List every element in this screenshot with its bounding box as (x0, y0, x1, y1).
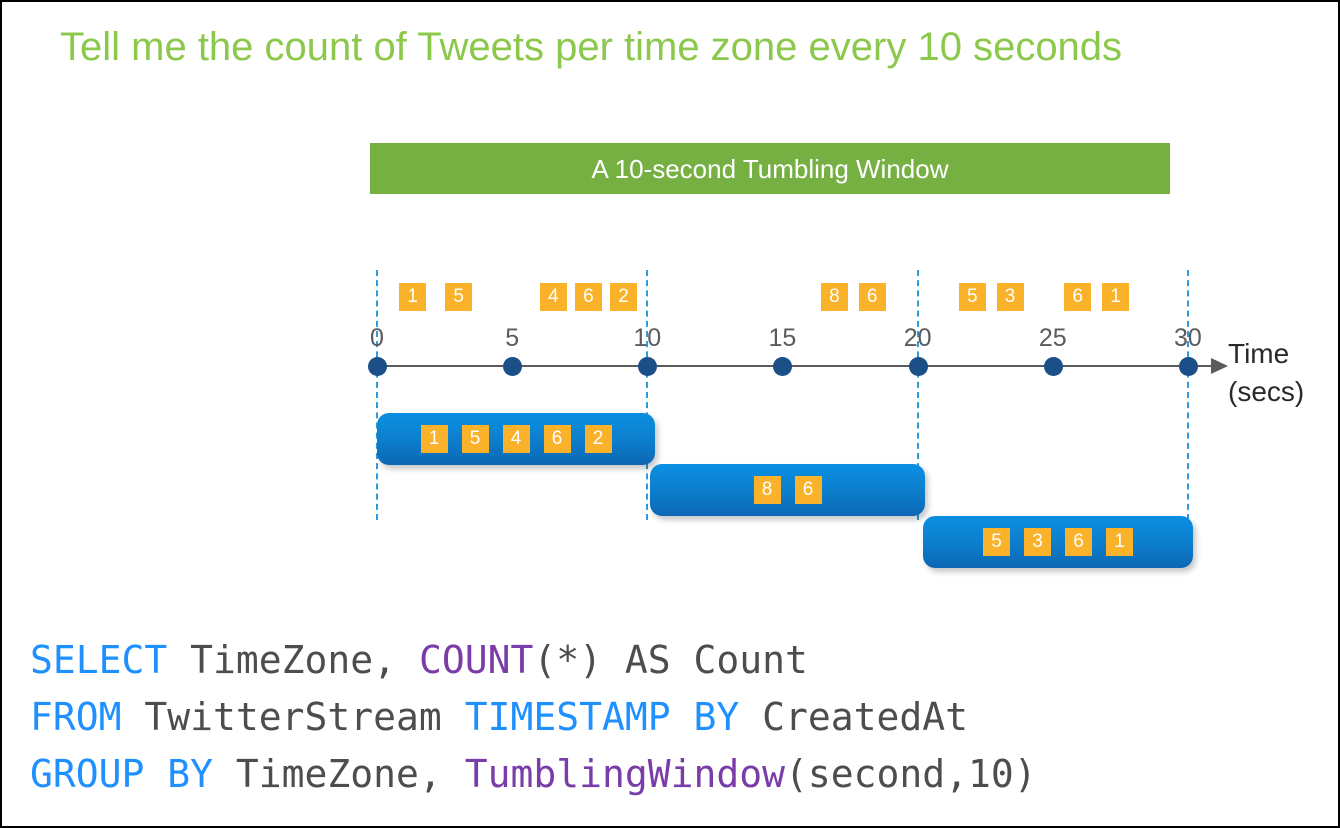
axis-tick-label-10: 10 (633, 324, 662, 352)
axis-dot-0 (368, 357, 387, 376)
sql-token: TIMESTAMP BY (464, 695, 740, 739)
time-axis-label: Time (1228, 338, 1290, 369)
window-chip: 5 (461, 425, 489, 453)
sql-token: SELECT (30, 638, 168, 682)
sql-token: TumblingWindow (464, 752, 785, 796)
window-chip: 6 (1065, 528, 1092, 556)
event-chip: 5 (445, 283, 473, 311)
sql-token: TwitterStream (121, 695, 465, 739)
window-chip: 8 (753, 476, 781, 504)
axis-tick-label-30: 30 (1173, 324, 1202, 352)
window-chip: 1 (420, 425, 448, 453)
sql-line: FROM TwitterStream TIMESTAMP BY CreatedA… (30, 689, 1037, 746)
tumbling-window-bar-20-30: 5361 (923, 516, 1193, 568)
sql-query-block: SELECT TimeZone, COUNT(*) AS Count FROM T… (30, 632, 1037, 803)
axis-tick-label-15: 15 (768, 324, 797, 352)
axis-dot-10 (638, 357, 658, 376)
event-chip: 1 (399, 283, 427, 311)
axis-dot-20 (908, 357, 928, 376)
event-chip: 4 (539, 283, 567, 311)
time-axis-arrow-icon (1211, 358, 1228, 374)
event-chip: 8 (820, 283, 848, 311)
sql-token: (second,10) (785, 752, 1037, 796)
axis-tick-label-0: 0 (370, 324, 384, 352)
tumbling-window-banner: A 10-second Tumbling Window (370, 143, 1170, 194)
event-chip: 6 (1064, 283, 1092, 311)
window-chip: 1 (1106, 528, 1133, 556)
window-boundary-0 (376, 270, 378, 520)
sql-line: GROUP BY TimeZone, TumblingWindow(second… (30, 746, 1037, 803)
axis-dot-25 (1043, 357, 1063, 376)
event-chip: 2 (610, 283, 638, 311)
window-boundary-30 (1186, 270, 1189, 520)
window-chip: 6 (794, 476, 822, 504)
tumbling-window-bar-0-10: 15462 (377, 413, 655, 465)
page-title: Tell me the count of Tweets per time zon… (60, 25, 1123, 69)
window-chip: 5 (983, 528, 1010, 556)
event-chip: 6 (574, 283, 602, 311)
sql-line: SELECT TimeZone, COUNT(*) AS Count (30, 632, 1037, 689)
window-chip: 4 (502, 425, 530, 453)
event-chip: 6 (858, 283, 886, 311)
event-chip: 5 (958, 283, 986, 311)
axis-tick-label-5: 5 (505, 324, 520, 352)
sql-token: TimeZone, (213, 752, 465, 796)
axis-dot-5 (503, 357, 523, 376)
axis-dot-15 (773, 357, 793, 376)
axis-dot-30 (1178, 357, 1198, 376)
axis-tick-label-20: 20 (903, 324, 932, 352)
window-boundary-10 (646, 270, 649, 520)
event-chip: 1 (1101, 283, 1129, 311)
sql-token: FROM (30, 695, 122, 739)
slide-canvas: Tell me the count of Tweets per time zon… (0, 0, 1340, 828)
sql-token: GROUP BY (30, 752, 214, 796)
tumbling-window-banner-label: A 10-second Tumbling Window (591, 153, 949, 184)
window-chip: 2 (584, 425, 612, 453)
axis-tick-label-25: 25 (1038, 324, 1067, 352)
window-chip: 6 (543, 425, 571, 453)
sql-token: CreatedAt (739, 695, 969, 739)
sql-token: (*) AS Count (533, 638, 808, 682)
tumbling-window-bar-10-20: 86 (650, 464, 925, 516)
window-chip: 3 (1024, 528, 1051, 556)
sql-token: COUNT (418, 638, 534, 682)
time-axis-unit-label: (secs) (1228, 376, 1305, 407)
time-axis-line (377, 365, 1215, 367)
event-chip: 3 (996, 283, 1024, 311)
sql-token: TimeZone, (167, 638, 419, 682)
